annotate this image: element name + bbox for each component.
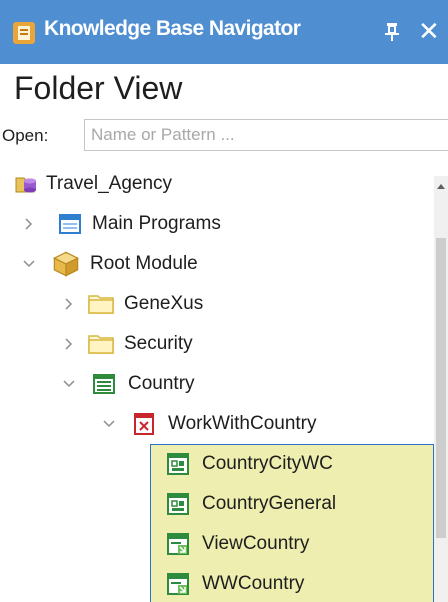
tree-node-label: CountryGeneral bbox=[202, 493, 337, 514]
tree-node-label: Security bbox=[124, 333, 193, 354]
tree-node-label: Root Module bbox=[90, 253, 198, 274]
tree-node-security[interactable]: Security bbox=[60, 324, 193, 364]
tree-node-main-programs[interactable]: Main Programs bbox=[20, 204, 221, 244]
knowledge-base-icon bbox=[13, 22, 35, 44]
web-panel-icon bbox=[167, 533, 189, 555]
web-component-icon bbox=[167, 493, 189, 515]
chevron-down-icon[interactable] bbox=[20, 255, 38, 273]
folder-tree: Travel_Agency Main Programs Root Module bbox=[0, 160, 448, 602]
tree-node-label: ViewCountry bbox=[202, 533, 310, 554]
database-icon bbox=[15, 177, 36, 193]
tree-node-label: Country bbox=[128, 373, 195, 394]
open-row: Open: bbox=[0, 118, 448, 152]
transaction-icon bbox=[93, 374, 115, 394]
chevron-right-icon[interactable] bbox=[60, 335, 78, 353]
scroll-up-arrow-icon[interactable] bbox=[436, 182, 446, 190]
tree-node-countrygeneral[interactable]: CountryGeneral bbox=[166, 484, 336, 524]
title-bar: Knowledge Base Navigator ✕ bbox=[0, 0, 448, 64]
module-icon bbox=[53, 251, 79, 277]
folder-icon bbox=[88, 335, 114, 354]
tree-node-countrycitywc[interactable]: CountryCityWC bbox=[166, 444, 333, 484]
chevron-down-icon[interactable] bbox=[60, 375, 78, 393]
web-component-icon bbox=[167, 453, 189, 475]
window-title: Knowledge Base Navigator bbox=[44, 17, 301, 40]
chevron-right-icon[interactable] bbox=[60, 295, 78, 313]
tree-node-travel-agency[interactable]: Travel_Agency bbox=[14, 164, 172, 204]
pattern-icon bbox=[134, 413, 154, 435]
tree-node-label: CountryCityWC bbox=[202, 453, 333, 474]
open-label: Open: bbox=[2, 126, 49, 145]
pin-icon[interactable] bbox=[382, 19, 402, 45]
chevron-down-icon[interactable] bbox=[100, 415, 118, 433]
tree-node-label: Travel_Agency bbox=[46, 173, 173, 194]
tree-node-wwcountry[interactable]: WWCountry bbox=[166, 564, 304, 602]
tree-node-viewcountry[interactable]: ViewCountry bbox=[166, 524, 309, 564]
tree-node-genexus[interactable]: GeneXus bbox=[60, 284, 203, 324]
tree-node-label: WWCountry bbox=[202, 573, 305, 594]
open-input[interactable] bbox=[84, 119, 448, 151]
folder-icon bbox=[88, 295, 114, 314]
scrollbar-thumb[interactable] bbox=[436, 238, 446, 538]
tree-node-label: GeneXus bbox=[124, 293, 204, 314]
main-programs-icon bbox=[59, 214, 81, 234]
view-title: Folder View bbox=[14, 70, 183, 106]
tree-node-label: WorkWithCountry bbox=[168, 413, 317, 434]
tree-node-root-module[interactable]: Root Module bbox=[20, 244, 198, 284]
vertical-scrollbar[interactable] bbox=[434, 176, 448, 602]
close-icon[interactable]: ✕ bbox=[418, 14, 448, 48]
tree-node-workwithcountry[interactable]: WorkWithCountry bbox=[100, 404, 317, 444]
web-panel-icon bbox=[167, 573, 189, 595]
tree-node-country[interactable]: Country bbox=[60, 364, 195, 404]
chevron-right-icon[interactable] bbox=[20, 215, 38, 233]
tree-node-label: Main Programs bbox=[92, 213, 221, 234]
